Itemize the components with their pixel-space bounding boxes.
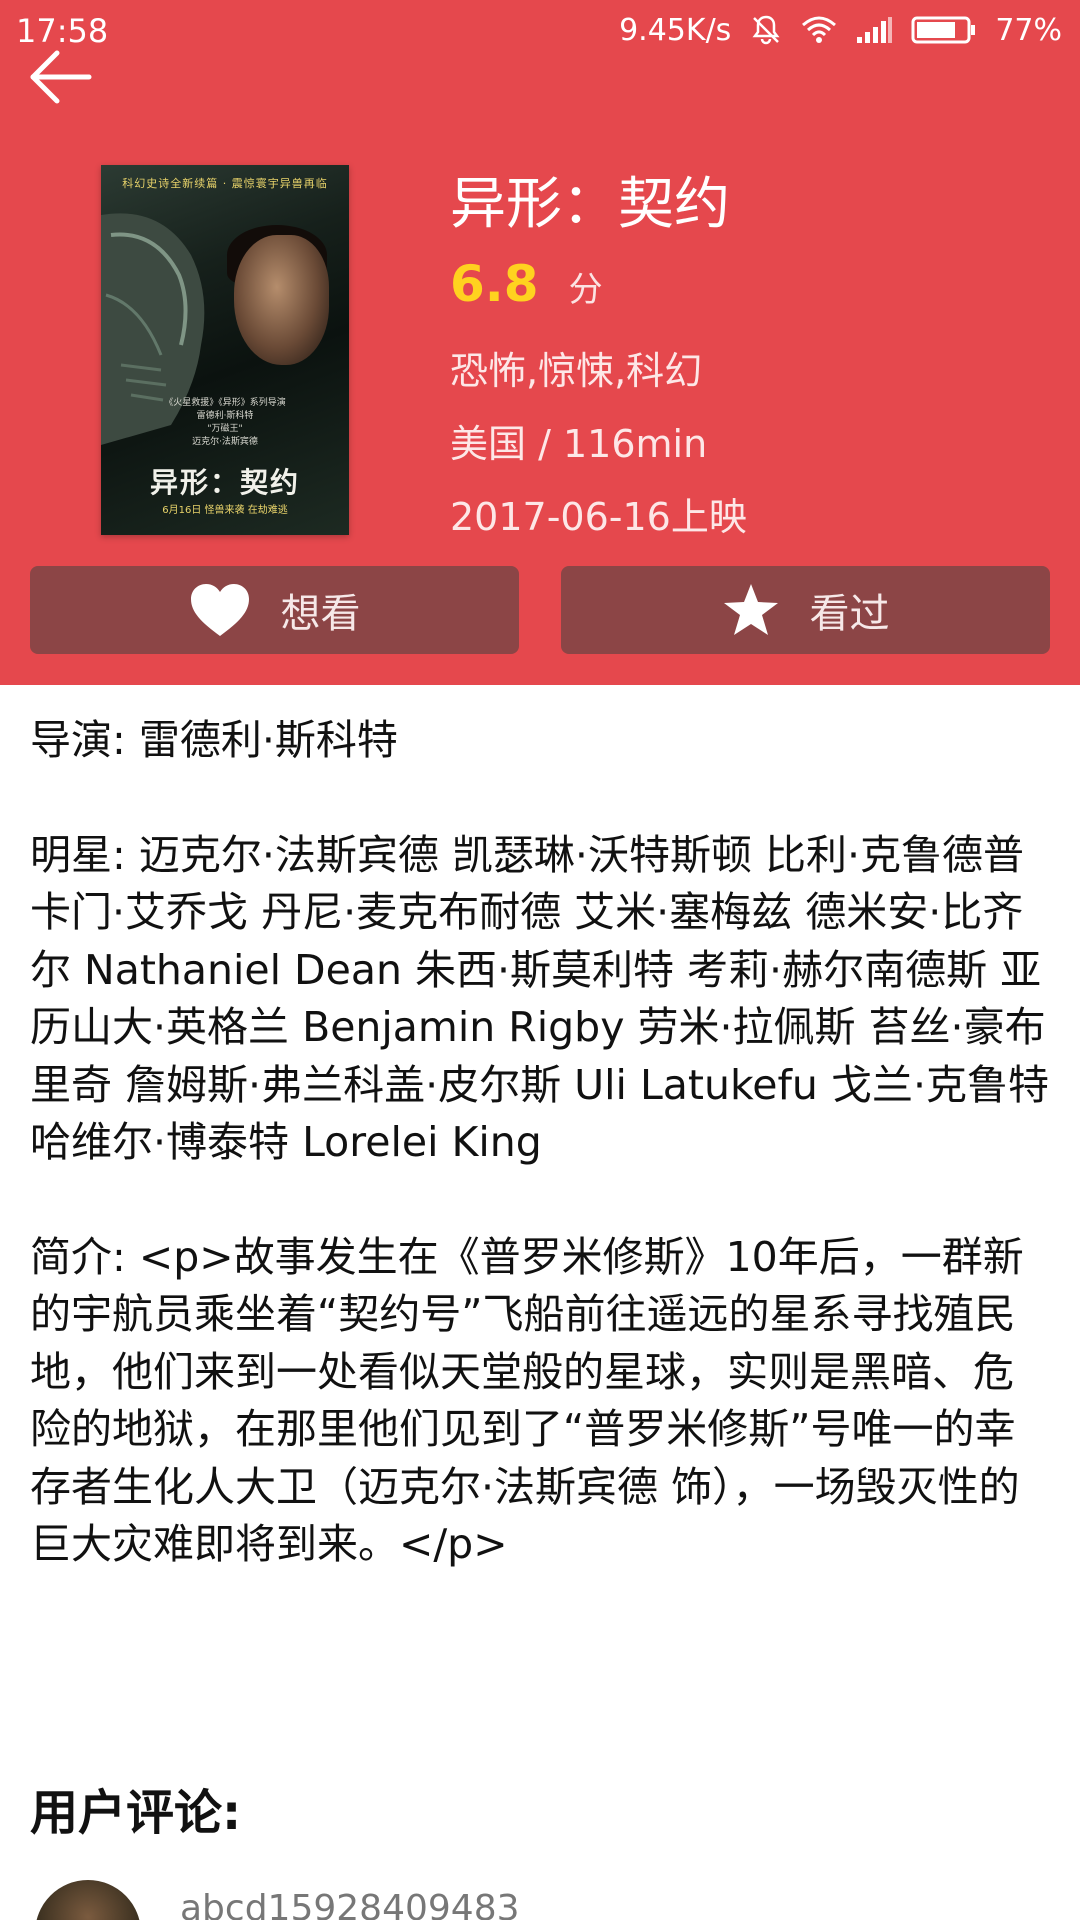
movie-poster[interactable]: 科幻史诗全新续篇 · 震惊寰宇异兽再临 《火星救援》《异形》系列导演 雷德利·斯…: [101, 165, 349, 535]
poster-credits: 《火星救援》《异形》系列导演 雷德利·斯科特 "万磁王" 迈克尔·法斯宾德: [164, 398, 286, 447]
heart-icon: [190, 584, 249, 636]
battery-icon: [911, 16, 976, 44]
avatar[interactable]: [35, 1880, 141, 1920]
want-to-watch-label: 想看: [280, 591, 361, 637]
summary-text: 简介: <p>故事发生在《普罗米修斯》10年后，一群新的宇航员乘坐着“契约号”飞…: [30, 1232, 1024, 1569]
rating-row: 6.8 分: [450, 255, 603, 313]
watched-label: 看过: [809, 591, 890, 637]
status-bar: 17:58 9.45K/s 77%: [0, 0, 1080, 62]
poster-title: 异形：契约: [149, 466, 300, 499]
review-item[interactable]: abcd15928409483: [35, 1880, 1045, 1920]
movie-details: 导演: 雷德利·斯科特 明星: 迈克尔·法斯宾德 凯瑟琳·沃特斯顿 比利·克鲁德…: [30, 712, 1050, 1631]
movie-header: 17:58 9.45K/s 77% 科幻史诗全新续篇 · 震惊寰宇异兽再临 《火…: [0, 0, 1080, 685]
poster-tagline: 6月16日 怪兽来袭 在劫难逃: [162, 505, 288, 516]
poster-top-text: 科幻史诗全新续篇 · 震惊寰宇异兽再临: [122, 177, 328, 190]
movie-genres: 恐怖,惊悚,科幻: [450, 349, 703, 393]
status-icons: 9.45K/s 77%: [619, 10, 1062, 50]
star-icon: [723, 584, 778, 635]
network-speed: 9.45K/s: [619, 12, 732, 48]
movie-detail-screen: 17:58 9.45K/s 77% 科幻史诗全新续篇 · 震惊寰宇异兽再临 《火…: [0, 0, 1080, 1920]
reviews-heading: 用户评论:: [30, 1785, 242, 1841]
movie-country-duration: 美国 / 116min: [450, 422, 708, 466]
wifi-icon: [802, 16, 837, 43]
back-button[interactable]: [20, 42, 100, 112]
signal-icon: [857, 17, 893, 43]
movie-release-date: 2017-06-16上映: [450, 495, 747, 539]
movie-title: 异形：契约: [450, 172, 730, 237]
want-to-watch-button[interactable]: 想看: [30, 566, 519, 654]
stars-text: 明星: 迈克尔·法斯宾德 凯瑟琳·沃特斯顿 比利·克鲁德普 卡门·艾乔戈 丹尼·…: [30, 830, 1049, 1167]
watched-button[interactable]: 看过: [561, 566, 1050, 654]
mute-icon: [752, 15, 780, 45]
rating-score: 6.8: [450, 255, 539, 313]
director-text: 导演: 雷德利·斯科特: [30, 716, 398, 764]
poster-figure-face: [234, 235, 329, 365]
back-arrow-icon: [30, 50, 92, 104]
rating-unit: 分: [568, 270, 603, 310]
battery-percent: 77%: [995, 12, 1062, 48]
review-username: abcd15928409483: [180, 1888, 520, 1920]
